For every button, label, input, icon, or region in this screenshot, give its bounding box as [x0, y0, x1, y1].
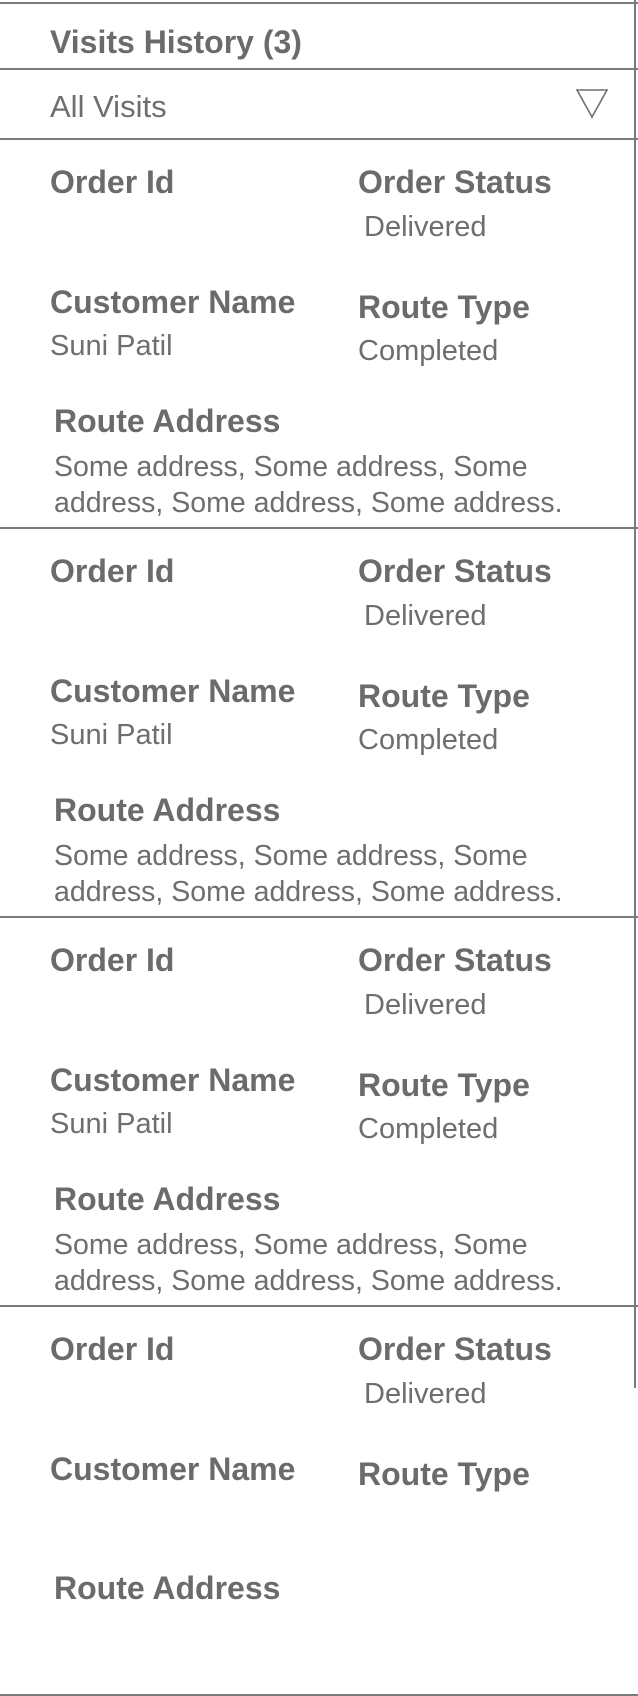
- visit-filter-dropdown[interactable]: All Visits: [0, 70, 638, 140]
- route-address-label: Route Address: [54, 403, 281, 439]
- visit-card[interactable]: Order Id Order Status Delivered Customer Na…: [0, 140, 638, 529]
- customer-name-label: Customer Name: [50, 673, 296, 709]
- order-status-value: Delivered: [364, 211, 487, 243]
- route-address-label: Route Address: [54, 792, 281, 828]
- visit-card[interactable]: Order Id Order Status Delivered Customer Na…: [0, 1307, 638, 1696]
- order-id-label: Order Id: [50, 164, 175, 200]
- route-type-value: Completed: [358, 335, 499, 367]
- order-id-label: Order Id: [50, 553, 175, 589]
- customer-name-value: Suni Patil: [50, 330, 173, 362]
- route-type-value: Completed: [358, 1113, 499, 1145]
- order-id-label: Order Id: [50, 1331, 175, 1367]
- order-status-value: Delivered: [364, 989, 487, 1021]
- route-type-value: Completed: [358, 724, 499, 756]
- order-status-label: Order Status: [358, 1331, 552, 1367]
- order-status-label: Order Status: [358, 553, 552, 589]
- customer-name-label: Customer Name: [50, 1451, 296, 1487]
- route-address-value: Some address, Some address, Some address…: [54, 1229, 563, 1297]
- order-status-value: Delivered: [364, 600, 487, 632]
- order-id-label: Order Id: [50, 942, 175, 978]
- order-status-value: Delivered: [364, 1378, 487, 1410]
- customer-name-value: Suni Patil: [50, 719, 173, 751]
- customer-name-label: Customer Name: [50, 284, 296, 320]
- route-type-label: Route Type: [358, 678, 530, 714]
- route-type-label: Route Type: [358, 1067, 530, 1103]
- customer-name-label: Customer Name: [50, 1062, 296, 1098]
- page-title: Visits History (3): [50, 24, 302, 60]
- order-status-label: Order Status: [358, 942, 552, 978]
- visit-card[interactable]: Order Id Order Status Delivered Customer Na…: [0, 529, 638, 918]
- route-type-label: Route Type: [358, 289, 530, 325]
- visits-history-header: Visits History (3): [0, 2, 638, 70]
- customer-name-value: Suni Patil: [50, 1108, 173, 1140]
- route-address-label: Route Address: [54, 1181, 281, 1217]
- route-address-value: Some address, Some address, Some address…: [54, 451, 563, 519]
- visit-card[interactable]: Order Id Order Status Delivered Customer Na…: [0, 918, 638, 1307]
- filter-selected-value: All Visits: [50, 89, 167, 124]
- route-address-label: Route Address: [54, 1570, 281, 1606]
- route-address-value: Some address, Some address, Some address…: [54, 840, 563, 908]
- route-type-label: Route Type: [358, 1456, 530, 1492]
- chevron-down-icon[interactable]: [574, 86, 610, 122]
- order-status-label: Order Status: [358, 164, 552, 200]
